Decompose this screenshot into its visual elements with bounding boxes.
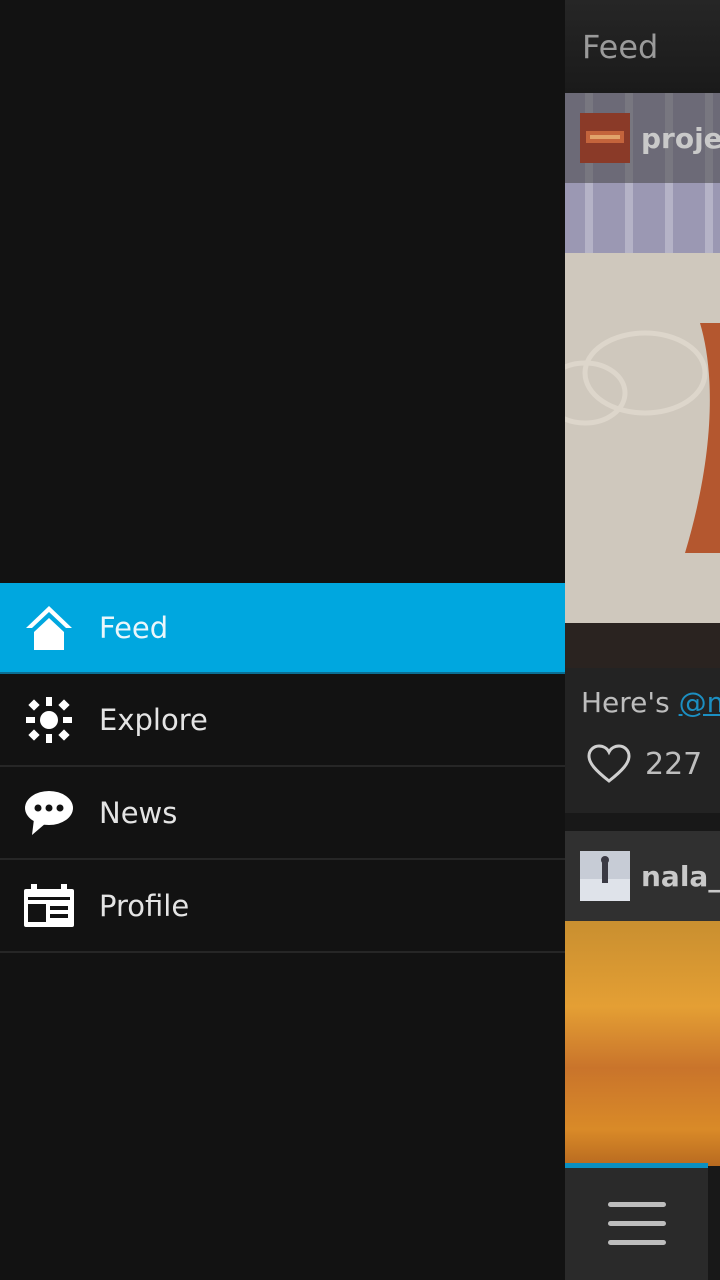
feed-panel[interactable]: Feed projec Here's @m (565, 0, 720, 1280)
heart-icon[interactable] (587, 744, 631, 784)
drawer-item-explore[interactable]: Explore (0, 674, 565, 767)
post-photo[interactable] (565, 921, 720, 1166)
post-header[interactable]: nala_ (565, 831, 720, 921)
post-caption-area: Here's @m 227 (565, 668, 720, 813)
feed-title: Feed (582, 27, 659, 66)
avatar[interactable] (580, 113, 630, 163)
post-username[interactable]: nala_ (641, 860, 720, 893)
profile-card-icon (23, 880, 75, 932)
like-count: 227 (645, 746, 703, 782)
chat-bubble-icon (23, 787, 75, 839)
drawer-item-label: Feed (99, 610, 169, 645)
drawer-item-label: Profile (99, 888, 190, 923)
drawer-item-label: Explore (99, 702, 208, 737)
drawer-item-label: News (99, 795, 178, 830)
drawer-menu: Feed Explore News Profile (0, 583, 565, 953)
caption-mention-link[interactable]: @m (679, 686, 720, 719)
navigation-drawer: Feed Explore News Profile (0, 0, 565, 1280)
feed-header: Feed (565, 0, 720, 93)
like-row: 227 (587, 744, 702, 784)
home-icon (23, 602, 75, 654)
avatar[interactable] (580, 851, 630, 901)
caption-text: Here's (581, 686, 679, 719)
drawer-item-profile[interactable]: Profile (0, 860, 565, 953)
drawer-item-feed[interactable]: Feed (0, 583, 565, 674)
post-header[interactable]: projec (565, 93, 720, 183)
explore-icon (23, 694, 75, 746)
hamburger-icon (607, 1202, 666, 1245)
drawer-item-news[interactable]: News (0, 767, 565, 860)
menu-button[interactable] (565, 1168, 708, 1280)
post-caption: Here's @m (581, 686, 720, 719)
post-username[interactable]: projec (641, 122, 720, 155)
